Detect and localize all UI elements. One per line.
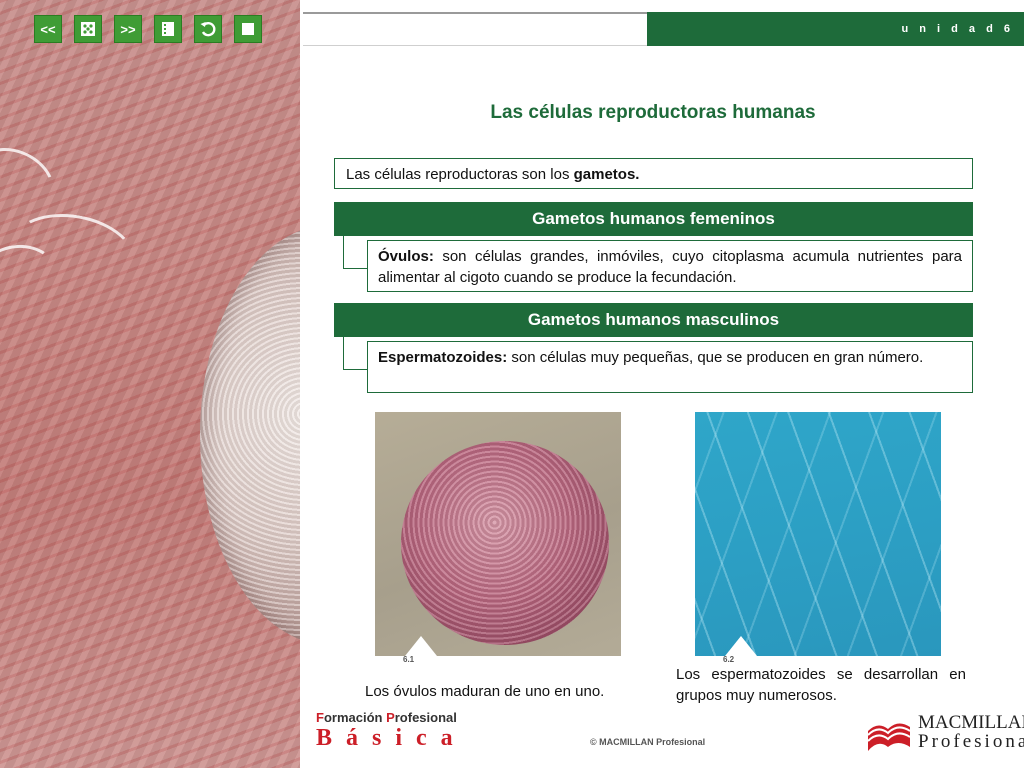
index-button[interactable] [154,15,182,43]
macmillan-emblem-icon [867,723,911,751]
publisher-subtitle: Profesional [918,731,1024,752]
female-connector [343,236,368,269]
stop-icon [242,23,254,35]
female-term: Óvulos: [378,248,434,265]
photo-notch [405,636,437,656]
unit-label: u n i d a d 6 [647,12,1024,46]
copyright-text: © MACMILLAN Profesional [590,737,706,747]
fp-logo-line1: Formación Profesional [316,710,457,725]
ovum-photo-decoration [200,225,300,645]
macmillan-logo: MACMILLAN Profesional [866,713,1024,753]
female-definition: son células grandes, inmóviles, cuyo cit… [378,248,962,286]
figure-label-2: 6.2 [723,655,735,664]
dice-icon [81,22,95,36]
male-term: Espermatozoides: [378,349,508,366]
header-rule [303,12,647,46]
figure-caption-1: Los óvulos maduran de uno en uno. [365,683,605,700]
stop-button[interactable] [234,15,262,43]
ovum-photo [375,412,621,656]
page-title: Las células reproductoras humanas [490,102,816,123]
next-button[interactable]: >> [114,15,142,43]
male-gametes-heading: Gametos humanos masculinos [334,303,973,337]
intro-box: Las células reproductoras son los gameto… [334,158,973,189]
sperm-photo [695,412,941,656]
ovum-cell [401,441,609,645]
photo-notch [725,636,757,656]
female-definition-box: Óvulos: son células grandes, inmóviles, … [367,240,973,292]
figure-caption-2: Los espermatozoides se desarrollan en gr… [676,666,966,704]
publisher-name: MACMILLAN [918,712,1024,733]
navigation-toolbar: << >> [34,15,262,43]
male-definition: son células muy pequeñas, que se produce… [507,349,924,366]
figure-label-1: 6.1 [403,655,415,664]
index-icon [162,22,174,36]
male-definition-box: Espermatozoides: son células muy pequeña… [367,341,973,393]
formacion-profesional-logo: Formación Profesional Básica [316,710,467,752]
undo-button[interactable] [194,15,222,43]
undo-icon [200,22,216,37]
dice-button[interactable] [74,15,102,43]
male-connector [343,337,368,370]
fp-logo-basica: Básica [316,725,467,751]
female-gametes-heading: Gametos humanos femeninos [334,202,973,236]
background-photo-panel [0,0,300,768]
intro-text: Las células reproductoras son los [346,166,574,183]
previous-button[interactable]: << [34,15,62,43]
intro-bold-term: gametos. [573,166,640,183]
